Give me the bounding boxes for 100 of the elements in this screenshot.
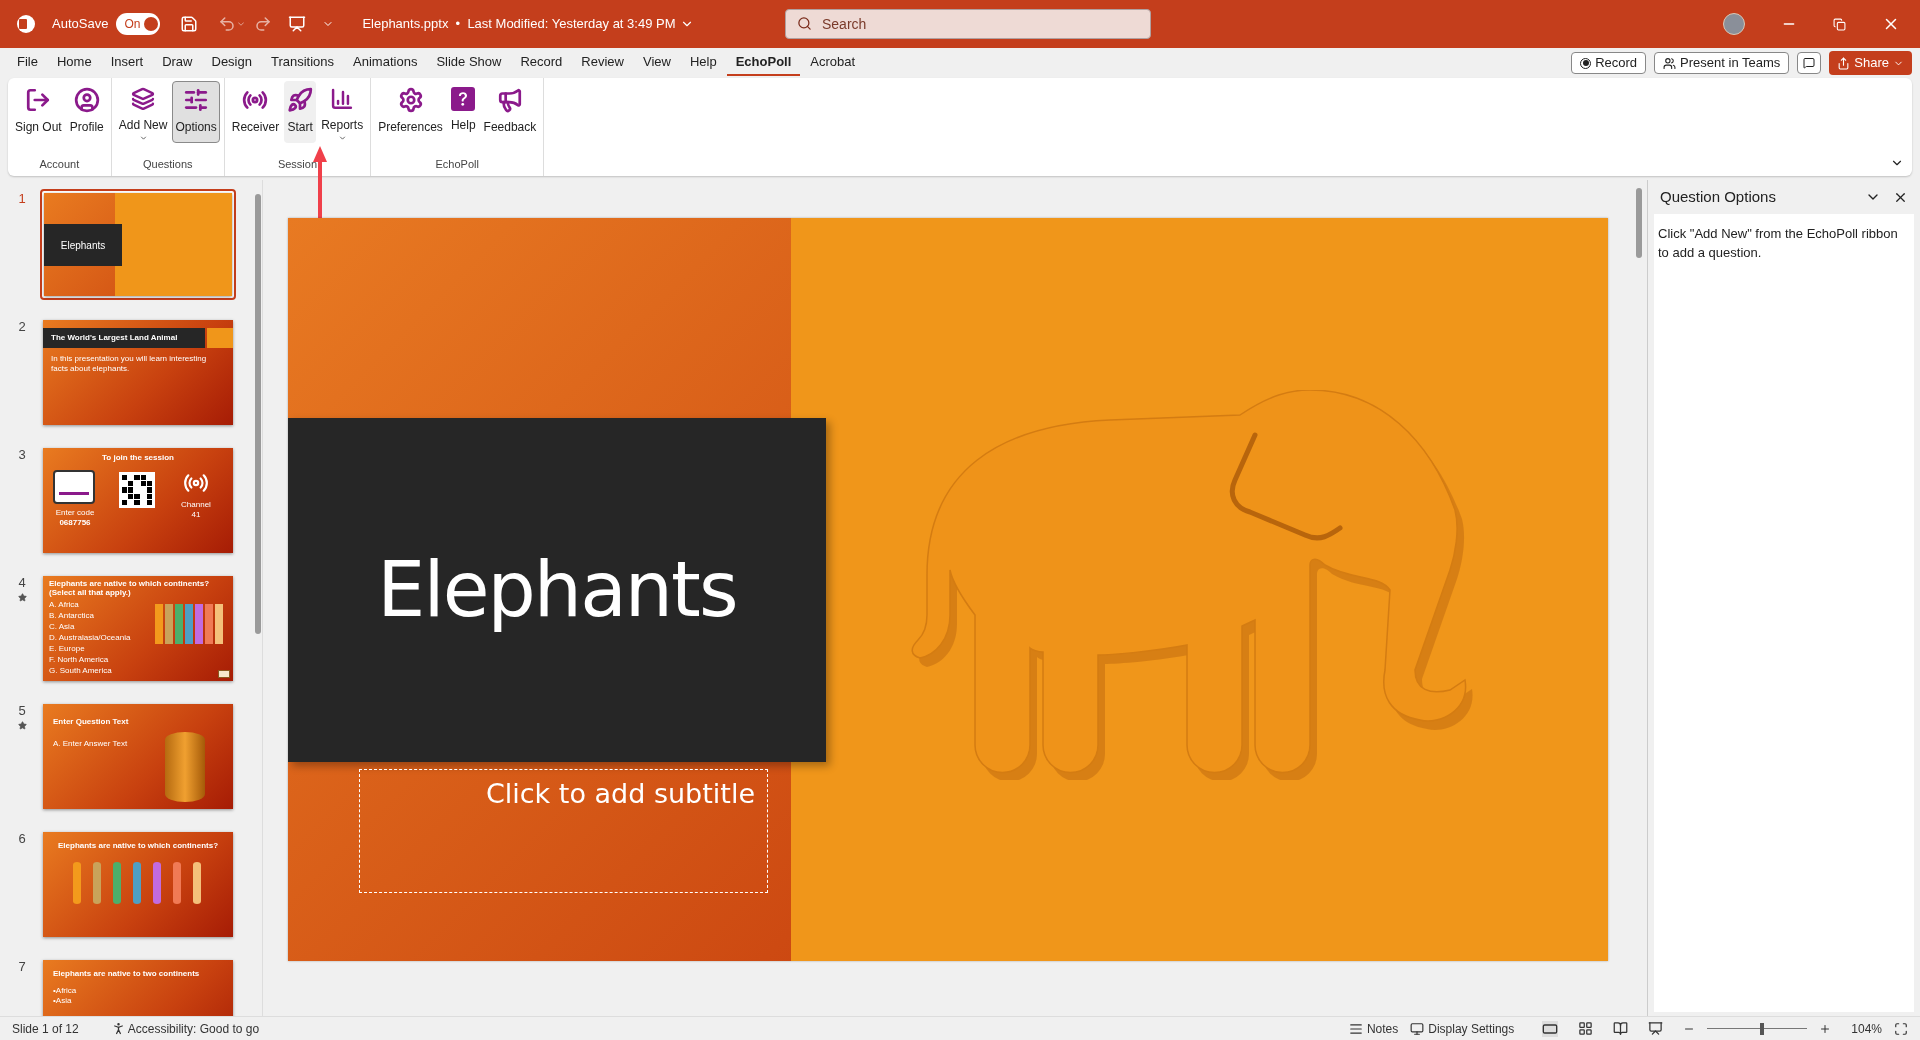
thumbnail-text: 41 xyxy=(191,510,201,520)
search-field[interactable]: Search xyxy=(785,9,1151,39)
present-icon[interactable] xyxy=(288,15,307,33)
undo-icon[interactable] xyxy=(218,15,237,33)
present-in-teams-button[interactable]: Present in Teams xyxy=(1654,52,1790,74)
menu-tab[interactable]: Review xyxy=(572,50,633,76)
pane-title: Question Options xyxy=(1660,186,1776,207)
menu-tab[interactable]: Insert xyxy=(101,50,153,76)
menu-tab[interactable]: Animations xyxy=(344,50,427,76)
slide-number: 5 xyxy=(18,702,26,720)
thumbnail-text: D. Australasia/Oceania xyxy=(49,632,131,643)
menu-tab[interactable]: File xyxy=(8,50,47,76)
menu-tab[interactable]: View xyxy=(634,50,680,76)
ribbon-button[interactable]: Receiver xyxy=(228,81,283,143)
slide-thumbnail[interactable]: Enter Question Text A. Enter Answer Text xyxy=(40,701,236,812)
cylinder-drawing xyxy=(165,732,205,802)
record-button[interactable]: Record xyxy=(1571,52,1647,74)
slide-number: 6 xyxy=(18,830,26,848)
thumbnail-title: Elephants are native to which continents? (Select all that apply.) xyxy=(49,579,211,597)
box-icon xyxy=(218,670,230,678)
comments-button[interactable] xyxy=(1797,52,1822,74)
slide-thumbnail[interactable]: Elephants are native to which continents? (Select all that apply.) A. Africa B. Antarctica C. Asia D. Australasia/Oceania E. Europe F. North America G. South America xyxy=(40,573,236,684)
share-icon xyxy=(1837,56,1851,70)
help-icon xyxy=(451,87,476,111)
ribbon-button[interactable]: Add New xyxy=(115,81,171,143)
display-settings-button[interactable]: Display Settings xyxy=(1410,1019,1515,1038)
normal-view-icon[interactable] xyxy=(1542,1020,1559,1037)
ribbon-button[interactable]: Reports xyxy=(318,81,367,143)
title-placeholder[interactable]: Elephants xyxy=(288,418,826,762)
profile-icon xyxy=(73,87,100,113)
slide-thumbnail[interactable]: To join the session Enter code 0687756 Channel 41 xyxy=(40,445,236,556)
thumbnail-text: 0687756 xyxy=(59,518,91,528)
ribbon-button[interactable]: Options xyxy=(172,81,220,143)
thumbnail-text: E. Europe xyxy=(49,643,86,654)
ribbon-button[interactable]: Preferences xyxy=(375,81,446,143)
slide-thumbnail[interactable]: The World's Largest Land Animal In this presentation you will learn interesting facts about elephants. xyxy=(40,317,236,428)
menu-tab[interactable]: Home xyxy=(47,50,101,76)
slide-position: Slide 1 of 12 xyxy=(12,1020,79,1038)
app-logo-icon xyxy=(16,14,36,34)
caret-icon xyxy=(337,133,347,142)
thumbnail-text: •Asia xyxy=(53,996,73,1006)
ribbon-button[interactable]: Profile xyxy=(66,81,107,143)
share-button[interactable]: Share xyxy=(1829,51,1912,75)
menu-tab[interactable]: Record xyxy=(511,50,572,76)
thumbnail-title: To join the session xyxy=(102,452,174,464)
save-icon[interactable] xyxy=(180,15,199,33)
menu-tab[interactable]: EchoPoll xyxy=(726,50,801,76)
thumbnail-title: Elephants are native to two continents xyxy=(53,968,200,980)
caret-icon xyxy=(138,133,148,142)
redo-icon[interactable] xyxy=(254,15,273,33)
ribbon-button[interactable]: Help xyxy=(447,81,479,143)
zoom-slider[interactable] xyxy=(1707,1022,1808,1035)
reading-view-icon[interactable] xyxy=(1613,1021,1629,1036)
subtitle-placeholder[interactable]: Click to add subtitle xyxy=(359,769,768,893)
thumbnail-text: G. South America xyxy=(49,665,113,676)
ribbon-button[interactable]: Start xyxy=(284,81,317,143)
sliders-icon xyxy=(183,87,210,113)
notes-button[interactable]: Notes xyxy=(1348,1019,1399,1038)
slide-thumbnail[interactable]: Elephants are native to two continents •Africa •Asia xyxy=(40,957,236,1016)
group-label: EchoPoll xyxy=(434,156,480,172)
thumbnail-text: In this presentation you will learn interesting facts about elephants. xyxy=(51,354,208,374)
fit-to-window-icon[interactable] xyxy=(1894,1021,1908,1036)
menu-tab[interactable]: Transitions xyxy=(261,50,344,76)
restore-icon[interactable] xyxy=(1833,17,1846,31)
menu-tab[interactable]: Slide Show xyxy=(427,50,511,76)
group-label: Account xyxy=(38,156,81,172)
zoom-level[interactable]: 104% xyxy=(1851,1019,1882,1038)
slide-number: 3 xyxy=(18,446,26,464)
menu-tab[interactable]: Design xyxy=(202,50,261,76)
zoom-in-icon[interactable] xyxy=(1819,1022,1832,1035)
ribbon-button[interactable]: Sign Out xyxy=(12,81,65,143)
grid-view-icon[interactable] xyxy=(1578,1021,1594,1036)
slide-number: 4 xyxy=(18,574,26,592)
avatar[interactable] xyxy=(1723,13,1745,35)
thumbnail-text: A. Enter Answer Text xyxy=(53,738,128,750)
document-title[interactable]: Elephants.pptx • Last Modified: Yesterday at 3:49 PM xyxy=(362,14,676,34)
menu-tab[interactable]: Help xyxy=(680,50,726,76)
search-icon xyxy=(797,16,812,31)
qr-code-drawing xyxy=(119,472,155,508)
menu-tab[interactable]: Acrobat xyxy=(801,50,865,76)
thumbnail-text: Enter code xyxy=(55,508,95,518)
people-icon xyxy=(1663,56,1677,70)
rocket-icon xyxy=(287,87,314,113)
slide-thumbnail[interactable]: Elephants xyxy=(40,189,236,300)
thumbnail-text: Channel xyxy=(181,500,211,510)
phone-drawing xyxy=(53,470,95,504)
slide-thumbnail[interactable]: Elephants are native to which continents? xyxy=(40,829,236,940)
star-icon xyxy=(17,720,27,730)
thumbnail-text: C. Asia xyxy=(49,621,76,632)
autosave-toggle[interactable]: On xyxy=(116,13,161,35)
settings-icon xyxy=(397,87,424,113)
ribbon-button[interactable]: Feedback xyxy=(480,81,540,143)
slideshow-icon[interactable] xyxy=(1648,1021,1664,1036)
slide-number: 7 xyxy=(18,958,26,976)
accessibility-status[interactable]: Accessibility: Good to go xyxy=(127,1019,260,1038)
thumbnail-text: A. Africa xyxy=(49,599,80,610)
menu-tab[interactable]: Draw xyxy=(153,50,202,76)
accent-block xyxy=(207,328,233,348)
thumbnail-text: •Africa xyxy=(53,986,77,996)
thumbnail-title: The World's Largest Land Animal xyxy=(51,332,178,344)
